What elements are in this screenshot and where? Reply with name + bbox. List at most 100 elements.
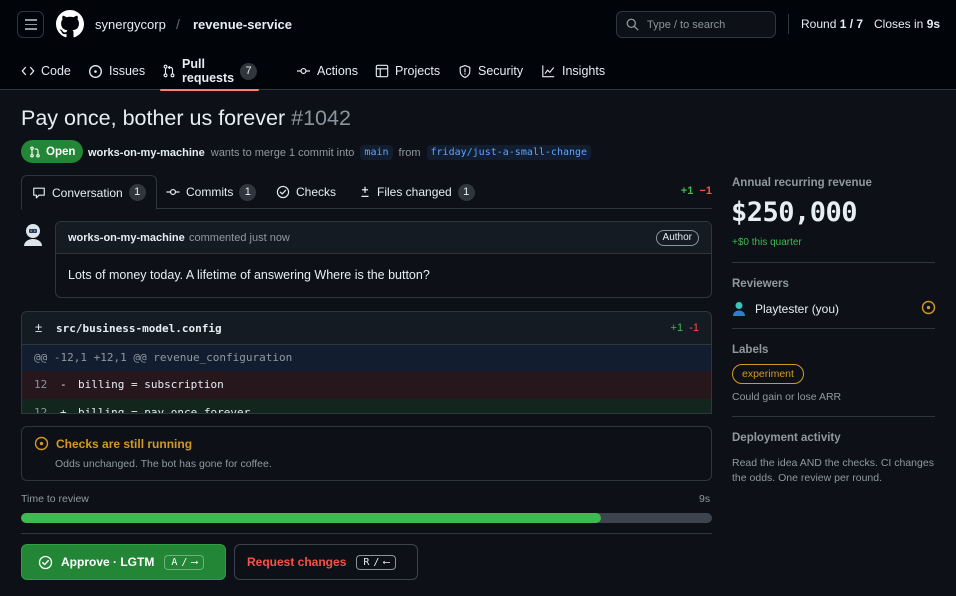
arrow-right-icon: ⟶ [191,556,198,568]
page-title: Pay once, bother us forever #1042 [21,106,351,131]
code-icon [21,66,35,76]
diff-file-icon: ± [35,320,43,335]
round-indicator: Round 1 / 7 [801,17,863,31]
nav-issues[interactable]: Issues [88,52,145,90]
diff-file-additions: +1 [670,322,684,334]
pull-request-icon [30,145,40,158]
tab-checks[interactable]: Checks [276,175,336,209]
app-header: synergycorp / revenue-service Round 1 / … [0,0,956,91]
tab-commits-count: 1 [239,183,257,201]
diff-sign: + [60,406,67,414]
comment-author[interactable]: works-on-my-machine [68,232,185,244]
nav-actions-label: Actions [317,64,358,78]
time-to-review-value: 9s [699,493,711,505]
diff-file-header: ± src/business-model.config +1 -1 [22,312,711,345]
author-badge: Author [655,230,699,246]
diff-line-added: 12 + billing = pay_once_forever [22,399,711,414]
from-text: from [398,146,421,159]
approve-shortcut: A / ⟶ [164,554,205,570]
diff-line-removed: 12 - billing = subscription [22,371,711,399]
pr-meta: works-on-my-machine wants to merge 1 com… [88,145,592,160]
nav-insights-label: Insights [562,64,606,78]
status-badge: Open [21,140,84,163]
request-changes-button[interactable]: Request changes R / ⟵ [234,544,418,580]
sidebar-divider [732,262,935,263]
tab-conversation-count: 1 [128,184,146,201]
pull-requests-count: 7 [240,62,258,80]
nav-code-label: Code [41,64,71,78]
header-divider [788,14,789,34]
search-input[interactable] [647,16,771,34]
checks-panel: Checks are still running Odds unchanged.… [21,426,712,481]
check-circle-icon [276,185,290,199]
round-value: 1 / 7 [839,17,864,31]
comment-icon [33,187,45,198]
nav-actions[interactable]: Actions [296,52,358,90]
head-branch[interactable]: friday/just-a-small-change [426,145,592,160]
closes-label: Closes in [874,17,924,31]
github-logo-icon[interactable] [56,10,84,38]
sidebar-divider [732,328,935,329]
nav-pull-requests[interactable]: Pull requests 7 [159,52,260,91]
arr-delta: +$0 this quarter [732,237,802,248]
closes-indicator: Closes in 9s [874,17,940,31]
hamburger-menu-button[interactable] [17,11,44,38]
search-box[interactable] [616,11,776,38]
nav-pull-requests-label: Pull requests [182,57,235,85]
request-key: R [363,556,370,568]
repo-link[interactable]: revenue-service [193,17,292,32]
pr-tabs: Conversation 1 Commits 1 Checks Files ch… [21,175,712,210]
tab-conversation[interactable]: Conversation 1 [21,175,157,210]
pr-number: #1042 [291,106,351,130]
table-icon [375,64,389,78]
nav-projects[interactable]: Projects [375,52,440,90]
nav-insights[interactable]: Insights [541,52,605,90]
org-link[interactable]: synergycorp [95,17,166,32]
nav-code[interactable]: Code [21,52,71,90]
pr-title-text: Pay once, bother us forever [21,106,286,130]
diff-view: ± src/business-model.config +1 -1 @@ -12… [21,311,712,414]
tab-commits-label: Commits [186,185,234,199]
breadcrumb-separator: / [176,16,180,32]
pull-request-icon [163,64,175,78]
base-branch[interactable]: main [360,145,393,160]
graph-icon [542,65,555,78]
diff-sign: - [60,378,67,391]
merge-text: wants to merge 1 commit into [210,146,355,159]
tab-files-changed[interactable]: Files changed 1 [359,175,475,209]
approve-button[interactable]: Approve · LGTM A / ⟶ [21,544,226,580]
comment-time: commented just now [189,232,290,244]
line-number: 12 [34,378,48,391]
diff-file-name[interactable]: src/business-model.config [56,322,222,335]
avatar[interactable] [21,222,45,248]
issue-icon [89,64,102,78]
pr-author-link[interactable]: works-on-my-machine [88,147,205,159]
tab-files-changed-count: 1 [457,183,475,201]
check-circle-icon [38,555,53,569]
divider [21,533,712,534]
diff-code: billing = subscription [78,378,224,391]
commit-icon [166,188,180,196]
approve-key: A [171,556,178,568]
labels-label: Labels [732,344,769,356]
request-changes-label: Request changes [247,555,347,569]
review-progress-bar [21,513,712,523]
request-shortcut: R / ⟵ [356,554,397,570]
sidebar-divider [732,416,935,417]
avatar [733,302,745,316]
pending-check-icon [34,436,49,451]
checks-title: Checks are still running [56,437,193,451]
checks-subtitle: Odds unchanged. The bot has gone for cof… [55,458,272,470]
comment-body: Lots of money today. A lifetime of answe… [68,268,430,282]
diff-hunk-header: @@ -12,1 +12,1 @@ revenue_configuration [22,345,711,371]
nav-security[interactable]: Security [458,52,523,90]
label-experiment[interactable]: experiment [732,364,804,384]
arr-label: Annual recurring revenue [732,177,872,189]
reviewer-row[interactable]: Playtester (you) [732,299,936,319]
tab-commits[interactable]: Commits 1 [166,175,257,209]
deployment-note: Read the idea AND the checks. CI changes… [732,457,934,484]
comment-header: works-on-my-machine commented just now A… [56,222,711,254]
tab-checks-label: Checks [296,185,337,199]
closes-value: 9s [926,17,941,31]
diff-icon [361,186,369,197]
